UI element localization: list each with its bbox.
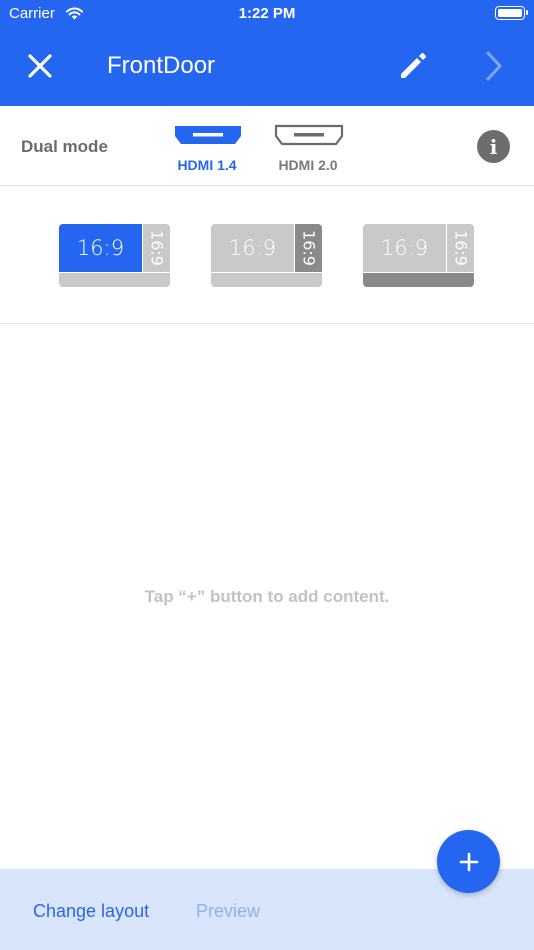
- next-button[interactable]: [476, 48, 512, 84]
- hdmi-1-4-option[interactable]: HDMI 1.4: [167, 122, 247, 178]
- layout-main-region: 16:9: [363, 224, 446, 272]
- dual-mode-row: Dual mode HDMI 1.4 HDMI 2.0: [0, 106, 534, 186]
- hdmi-port-icon: [274, 124, 344, 146]
- layout-main-region: 16:9: [211, 224, 294, 272]
- layout-bottom-region: [363, 273, 474, 287]
- status-time: 1:22 PM: [238, 5, 296, 22]
- layout-side-region: 16:9: [143, 224, 170, 272]
- layout-side-ratio: 16:9: [451, 230, 470, 266]
- dual-mode-label: Dual mode: [21, 137, 108, 156]
- layout-side-region: 16:9: [295, 224, 322, 272]
- empty-content-hint: Tap “+” button to add content.: [144, 587, 390, 606]
- hdmi-1-4-label: HDMI 1.4: [177, 157, 237, 173]
- change-layout-button[interactable]: Change layout: [33, 901, 149, 922]
- layout-main-ratio: 16:9: [228, 236, 277, 260]
- layout-bottom-region: [211, 273, 322, 287]
- info-icon: i: [489, 134, 498, 159]
- chevron-right-icon: [486, 51, 502, 81]
- layout-side-ratio: 16:9: [299, 230, 318, 266]
- status-bar: Carrier 1:22 PM: [0, 0, 534, 26]
- close-icon: [28, 54, 52, 78]
- layout-options-row: 16:9 16:9 16:9 16:9 16:9 16:9: [0, 187, 534, 324]
- layout-option-1[interactable]: 16:9 16:9: [59, 224, 170, 287]
- layout-bottom-region: [59, 273, 170, 287]
- layout-main-region: 16:9: [59, 224, 142, 272]
- page-title: FrontDoor: [107, 52, 216, 79]
- edit-button[interactable]: [395, 48, 431, 84]
- close-button[interactable]: [22, 48, 58, 84]
- battery-icon: [495, 6, 528, 20]
- nav-bar: FrontDoor: [0, 26, 534, 106]
- preview-button[interactable]: Preview: [196, 901, 260, 922]
- layout-main-ratio: 16:9: [76, 236, 125, 260]
- layout-side-region: 16:9: [447, 224, 474, 272]
- add-content-button[interactable]: [437, 830, 500, 893]
- layout-side-ratio: 16:9: [147, 230, 166, 266]
- info-button[interactable]: i: [477, 130, 510, 163]
- layout-main-ratio: 16:9: [380, 236, 429, 260]
- layout-option-3[interactable]: 16:9 16:9: [363, 224, 474, 287]
- pencil-icon: [401, 53, 426, 78]
- hdmi-2-0-option[interactable]: HDMI 2.0: [268, 122, 348, 178]
- plus-icon: [459, 852, 478, 871]
- layout-option-2[interactable]: 16:9 16:9: [211, 224, 322, 287]
- hdmi-port-icon: [175, 126, 241, 144]
- hdmi-2-0-label: HDMI 2.0: [278, 157, 338, 173]
